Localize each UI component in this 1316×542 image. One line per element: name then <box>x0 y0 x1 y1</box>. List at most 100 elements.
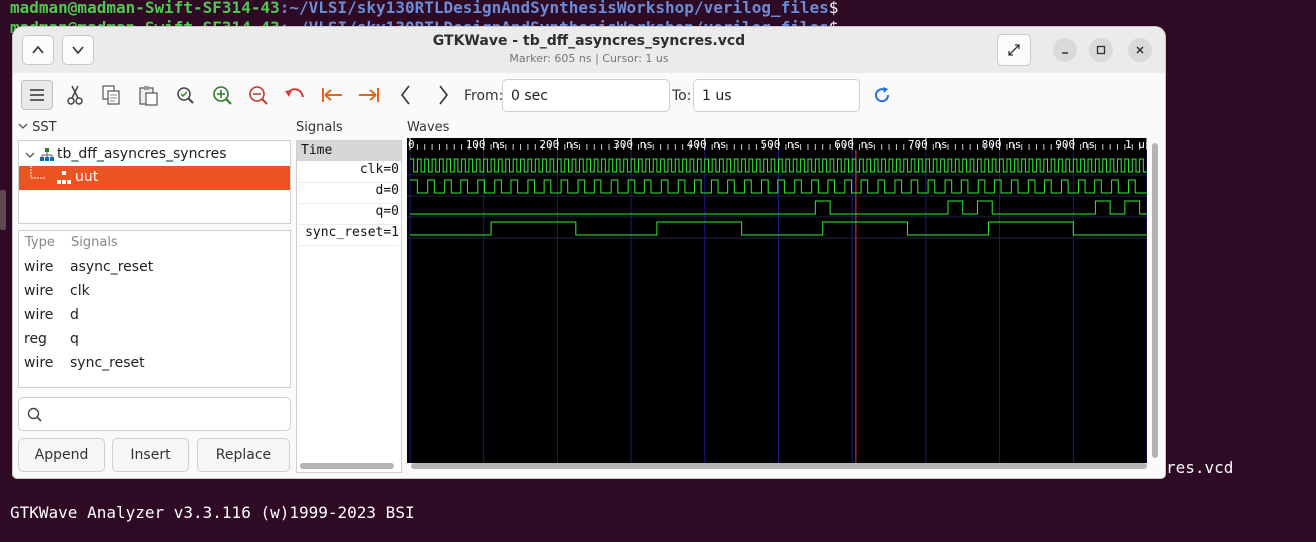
time-tick-label: 100 ns <box>466 138 506 151</box>
from-label: From: <box>464 88 504 104</box>
tree-connector-icon <box>30 166 45 179</box>
sst-heading[interactable]: SST <box>18 120 57 135</box>
signal-q[interactable]: q=0 <box>299 204 399 225</box>
prompt-user: madman@madman-Swift-SF314-43 <box>10 0 280 17</box>
time-row[interactable]: Time <box>297 141 401 161</box>
collapse-arrow-icon <box>18 123 28 129</box>
module-icon <box>40 148 54 161</box>
signal-clk[interactable]: clk=0 <box>299 162 399 183</box>
time-tick-label: 700 ns <box>908 138 948 151</box>
chevron-left-icon <box>400 85 410 105</box>
waves-vscrollbar[interactable] <box>1152 143 1158 458</box>
paste-icon <box>139 86 158 106</box>
copy-button[interactable] <box>97 81 125 109</box>
menu-button[interactable] <box>21 80 53 110</box>
zoom-fit-icon <box>177 87 194 104</box>
prev-edge-button[interactable] <box>392 81 420 109</box>
zoom-out-button[interactable] <box>244 81 272 109</box>
type-column-header[interactable]: Type <box>25 235 55 250</box>
time-tick-label: 1 us <box>1125 138 1147 151</box>
signal-sync-reset[interactable]: sync_reset=1 <box>299 225 399 246</box>
zoom-in-button[interactable] <box>208 81 236 109</box>
title-bar[interactable]: GTKWave - tb_dff_asyncres_syncres.vcd Ma… <box>13 27 1165 74</box>
cut-button[interactable] <box>61 81 89 109</box>
time-tick-label: 900 ns <box>1055 138 1095 151</box>
to-label: To: <box>672 88 692 104</box>
terminal-prompt-line: madman@madman-Swift-SF314-43:~/VLSI/sky1… <box>10 0 838 17</box>
append-button[interactable]: Append <box>18 438 105 472</box>
reload-button[interactable] <box>868 81 896 109</box>
time-tick-label: 400 ns <box>687 138 727 151</box>
signal-search-input[interactable] <box>18 397 291 431</box>
paste-button[interactable] <box>134 81 162 109</box>
signal-name: sync_reset <box>70 355 145 371</box>
expand-arrow-icon[interactable] <box>25 150 35 160</box>
waves-pane-heading: Waves <box>407 120 450 135</box>
prompt-symbol: $ <box>828 0 839 17</box>
tree-item-uut[interactable]: uut <box>19 166 290 190</box>
minimize-icon <box>1062 52 1068 54</box>
replace-button[interactable]: Replace <box>197 438 290 472</box>
hamburger-icon <box>30 89 44 101</box>
hierarchy-tree: tb_dff_asyncres_syncres uut <box>18 140 291 224</box>
search-icon <box>27 407 42 422</box>
go-to-start-button[interactable] <box>318 81 346 109</box>
jump-start-icon <box>322 88 342 102</box>
signal-row[interactable]: wire async_reset <box>19 259 290 283</box>
waveform-display[interactable]: 0 100 ns 200 ns 300 ns 400 ns 500 ns 600 ns 700… <box>407 138 1152 463</box>
tree-item-tb[interactable]: tb_dff_asyncres_syncres <box>19 143 290 167</box>
module-icon <box>57 171 71 184</box>
signals-hscrollbar[interactable] <box>300 463 394 469</box>
prompt-path: :~/VLSI/sky130RTLDesignAndSynthesisWorks… <box>279 0 829 17</box>
signal-row[interactable]: reg q <box>19 331 290 355</box>
fullscreen-icon <box>1008 44 1020 56</box>
signal-name: d <box>70 307 79 323</box>
signal-row[interactable]: wire sync_reset <box>19 355 290 379</box>
go-to-end-button[interactable] <box>355 81 383 109</box>
waves-canvas[interactable]: 0 100 ns 200 ns 300 ns 400 ns 500 ns 600 ns 700… <box>407 138 1152 463</box>
signals-pane: Time clk=0 d=0 q=0 sync_reset=1 <box>296 140 402 473</box>
gtkwave-window: GTKWave - tb_dff_asyncres_syncres.vcd Ma… <box>13 27 1165 478</box>
signal-type: wire <box>24 259 54 275</box>
window-title: GTKWave - tb_dff_asyncres_syncres.vcd <box>432 33 746 49</box>
clk-waveform <box>410 158 1147 173</box>
insert-button[interactable]: Insert <box>112 438 189 472</box>
chevron-right-icon <box>439 85 449 105</box>
time-tick-label: 600 ns <box>834 138 874 151</box>
signal-type: wire <box>24 307 54 323</box>
reload-icon <box>875 87 890 103</box>
time-tick-label: 800 ns <box>982 138 1022 151</box>
terminal-edge-handle <box>0 190 6 230</box>
signals-column-header[interactable]: Signals <box>71 235 118 250</box>
undo-icon <box>285 88 304 98</box>
to-field[interactable]: 1 us <box>693 79 860 112</box>
window-subtitle: Marker: 605 ns | Cursor: 1 us <box>509 52 669 65</box>
close-icon <box>1136 46 1144 54</box>
from-field[interactable]: 0 sec <box>502 79 670 112</box>
signal-d[interactable]: d=0 <box>299 183 399 204</box>
fullscreen-button[interactable] <box>997 34 1031 66</box>
copy-icon <box>102 85 120 105</box>
toolbar: From: 0 sec To: 1 us <box>13 73 1165 118</box>
zoom-fit-button[interactable] <box>171 81 199 109</box>
maximize-icon <box>1096 45 1106 55</box>
terminal-file-tail: res.vcd <box>1166 458 1234 477</box>
waves-hscrollbar[interactable] <box>411 463 1147 469</box>
maximize-button[interactable] <box>1089 38 1113 62</box>
signal-row[interactable]: wire clk <box>19 283 290 307</box>
time-tick-label: 200 ns <box>539 138 579 151</box>
sst-heading-label: SST <box>32 120 57 135</box>
signals-pane-heading: Signals <box>296 120 343 135</box>
undo-zoom-button[interactable] <box>281 81 309 109</box>
signal-type: reg <box>24 331 47 347</box>
close-button[interactable] <box>1128 38 1152 62</box>
signal-type: wire <box>24 355 54 371</box>
next-edge-button[interactable] <box>429 81 457 109</box>
zoom-in-icon <box>213 86 232 105</box>
signal-row[interactable]: wire d <box>19 307 290 331</box>
signal-type: wire <box>24 283 54 299</box>
time-tick-label: 500 ns <box>761 138 801 151</box>
minimize-button[interactable] <box>1053 38 1077 62</box>
signal-name: async_reset <box>70 259 154 275</box>
time-tick-label: 300 ns <box>613 138 653 151</box>
